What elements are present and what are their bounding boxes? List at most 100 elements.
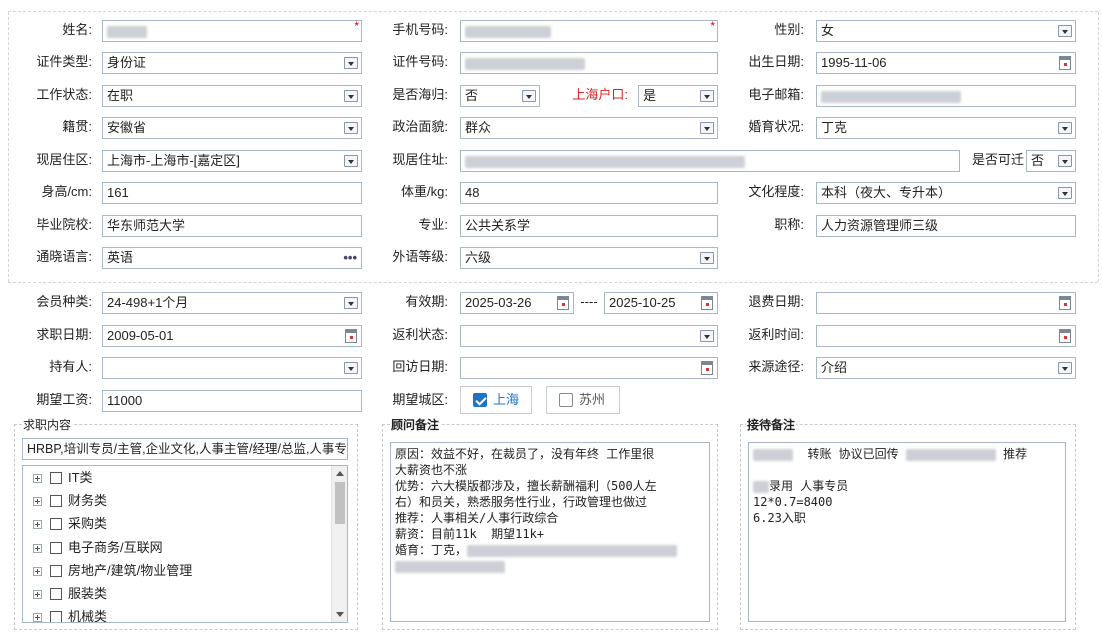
calendar-icon[interactable] [1059,296,1071,310]
tree-item[interactable]: 房地产/建筑/物业管理 [23,560,192,582]
rebate-status-select[interactable] [460,325,718,347]
job-title-field[interactable]: 人力资源管理师三级 [816,215,1076,237]
valid-to-field[interactable]: 2025-10-25 [604,292,718,314]
tree-scrollbar[interactable] [331,466,347,622]
chevron-down-icon[interactable] [700,122,714,134]
holder-select[interactable] [102,357,362,379]
language-level-label: 外语等级: [392,249,448,264]
scroll-up-icon[interactable] [336,471,344,476]
email-field[interactable] [816,85,1076,107]
language-field[interactable]: 英语 ••• [102,247,362,269]
chevron-down-icon[interactable] [1058,362,1072,374]
chevron-down-icon[interactable] [700,330,714,342]
hukou-select[interactable]: 是 [638,85,718,107]
chevron-down-icon[interactable] [700,90,714,102]
tree-item-label: 服装类 [68,586,108,601]
chevron-down-icon[interactable] [522,90,536,102]
idno-field[interactable] [460,52,718,74]
checkbox-unchecked-icon[interactable] [50,587,62,600]
political-value: 群众 [465,120,492,135]
language-level-select[interactable]: 六级 [460,247,718,269]
scroll-thumb[interactable] [335,482,345,524]
chevron-down-icon[interactable] [344,57,358,69]
expand-icon[interactable] [33,474,42,484]
calendar-icon[interactable] [557,296,569,310]
job-category-tree[interactable]: IT类 财务类 采购类 电子商务/互联网 房地产/建筑/物业管理 服装类 机械类 [22,465,348,623]
city-option-suzhou[interactable]: 苏州 [546,386,620,414]
native-place-select[interactable]: 安徽省 [102,117,362,139]
calendar-icon[interactable] [1059,56,1071,70]
residence-select[interactable]: 上海市-上海市-[嘉定区] [102,150,362,172]
chevron-down-icon[interactable] [1058,122,1072,134]
checkbox-unchecked-icon[interactable] [50,610,62,622]
language-value: 英语 [107,250,134,265]
calendar-icon[interactable] [701,296,713,310]
expand-icon[interactable] [33,520,42,530]
expand-icon[interactable] [33,497,42,507]
chevron-down-icon[interactable] [1058,187,1072,199]
height-field[interactable]: 161 [102,182,362,204]
checkbox-unchecked-icon[interactable] [50,471,62,484]
calendar-icon[interactable] [701,361,713,375]
weight-field[interactable]: 48 [460,182,718,204]
city-option-label: 上海 [493,392,520,407]
note-line: 推荐 [1003,447,1028,461]
checkbox-unchecked-icon[interactable] [50,564,62,577]
member-type-select[interactable]: 24-498+1个月 [102,292,362,314]
marital-select[interactable]: 丁克 [816,117,1076,139]
chevron-down-icon[interactable] [1058,155,1072,167]
phone-field[interactable]: * [460,20,718,42]
scroll-down-icon[interactable] [336,612,344,617]
checkbox-unchecked-icon[interactable] [559,392,573,407]
education-select[interactable]: 本科（夜大、专升本） [816,182,1076,204]
tree-item[interactable]: 财务类 [23,490,107,512]
checkbox-checked-icon[interactable] [473,392,487,407]
more-icon[interactable]: ••• [343,248,357,268]
visit-date-field[interactable] [460,357,718,379]
chevron-down-icon[interactable] [700,252,714,264]
checkbox-unchecked-icon[interactable] [50,541,62,554]
tree-item[interactable]: 机械类 [23,606,107,622]
tree-item[interactable]: IT类 [23,467,93,489]
checkbox-unchecked-icon[interactable] [50,517,62,530]
idtype-select[interactable]: 身份证 [102,52,362,74]
chevron-down-icon[interactable] [344,122,358,134]
relocate-select[interactable]: 否 [1026,150,1076,172]
tree-item[interactable]: 采购类 [23,513,107,535]
political-select[interactable]: 群众 [460,117,718,139]
expand-icon[interactable] [33,590,42,600]
major-field[interactable]: 公共关系学 [460,215,718,237]
job-content-summary[interactable]: HRBP,培训专员/主管,企业文化,人事主管/经理/总监,人事专 [22,438,348,460]
job-date-field[interactable]: 2009-05-01 [102,325,362,347]
rebate-time-field[interactable] [816,325,1076,347]
valid-from-field[interactable]: 2025-03-26 [460,292,574,314]
expand-icon[interactable] [33,567,42,577]
city-option-shanghai[interactable]: 上海 [460,386,532,414]
refund-date-field[interactable] [816,292,1076,314]
name-field[interactable]: * [102,20,362,42]
gender-value: 女 [821,23,835,38]
calendar-icon[interactable] [1059,329,1071,343]
consultant-note-textarea[interactable]: 原因：效益不好，在裁员了，没有年终 工作里很 大薪资也不涨 优势：六大模版都涉及… [390,442,710,622]
school-field[interactable]: 华东师范大学 [102,215,362,237]
chevron-down-icon[interactable] [344,90,358,102]
chevron-down-icon[interactable] [344,155,358,167]
gender-select[interactable]: 女 [816,20,1076,42]
chevron-down-icon[interactable] [344,297,358,309]
birth-date-field[interactable]: 1995-11-06 [816,52,1076,74]
work-status-select[interactable]: 在职 [102,85,362,107]
address-field[interactable] [460,150,960,172]
chevron-down-icon[interactable] [1058,25,1072,37]
calendar-icon[interactable] [345,329,357,343]
school-label: 毕业院校: [36,217,92,232]
chevron-down-icon[interactable] [344,362,358,374]
source-select[interactable]: 介绍 [816,357,1076,379]
tree-item[interactable]: 服装类 [23,583,107,605]
expand-icon[interactable] [33,613,42,622]
checkbox-unchecked-icon[interactable] [50,494,62,507]
overseas-select[interactable]: 否 [460,85,540,107]
tree-item[interactable]: 电子商务/互联网 [23,537,163,559]
expand-icon[interactable] [33,544,42,554]
salary-field[interactable]: 11000 [102,390,362,412]
reception-note-textarea[interactable]: 转账 协议已回传 推荐 录用 人事专员 12*0.7=8400 6.23入职 [748,442,1066,622]
